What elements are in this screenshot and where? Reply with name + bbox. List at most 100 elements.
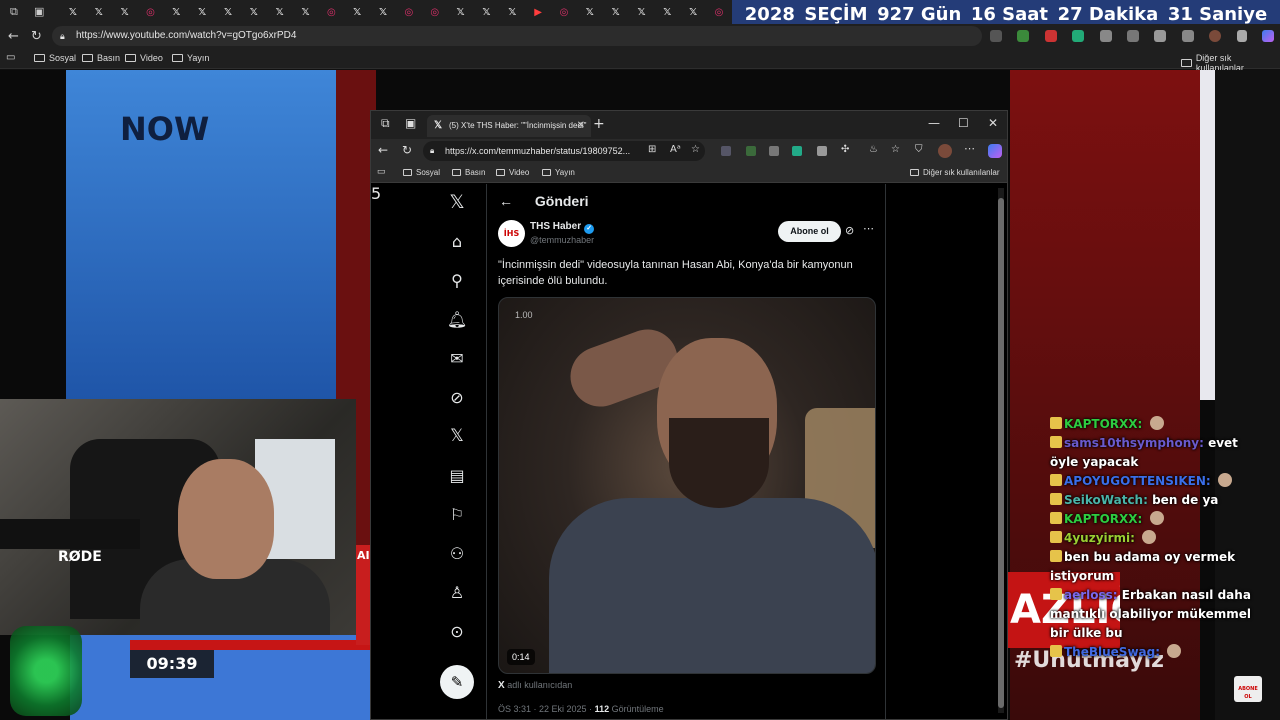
browser-tab-x[interactable]: 𝕏	[189, 4, 215, 20]
tab-actions-icon[interactable]: ▣	[34, 5, 47, 18]
favorites-icon[interactable]	[1154, 30, 1167, 42]
back-arrow-icon[interactable]: ←	[499, 193, 513, 209]
menu-icon[interactable]	[1236, 30, 1247, 42]
bookmark-sosyal[interactable]: Sosyal	[403, 168, 440, 177]
extension-icon[interactable]	[1017, 30, 1030, 42]
new-tab-icon[interactable]: +	[593, 116, 605, 132]
collections-icon[interactable]: ▭	[377, 166, 386, 177]
messages-icon[interactable]: ✉	[445, 346, 469, 370]
browser-tab-x[interactable]: 𝕏	[474, 4, 500, 20]
browser-tab-x[interactable]: 𝕏	[215, 4, 241, 20]
extension-icon[interactable]	[990, 30, 1002, 42]
post-timestamp[interactable]: ÖS 3:31 · 22 Eki 2025 ·	[498, 704, 595, 714]
close-tab-icon[interactable]: ✕	[577, 115, 585, 137]
profile-icon[interactable]: ♙	[445, 580, 469, 604]
extension-icon[interactable]	[792, 146, 802, 156]
extension-icon[interactable]	[721, 146, 731, 156]
bookmark-video[interactable]: Video	[496, 168, 529, 177]
copilot-icon[interactable]	[988, 144, 1002, 158]
browser-tab-instagram[interactable]: ◎	[138, 4, 164, 20]
back-icon[interactable]: ←	[378, 143, 388, 157]
tab-actions-icon[interactable]: ▣	[405, 116, 416, 130]
lists-icon[interactable]: ▤	[445, 463, 469, 487]
browser-tab-x[interactable]: 𝕏	[654, 4, 680, 20]
browser-tab-x[interactable]: 𝕏	[267, 4, 293, 20]
browser-tab-x[interactable]: 𝕏	[629, 4, 655, 20]
browser-tab-x[interactable]: 𝕏	[293, 4, 319, 20]
premium-x-icon[interactable]: 𝕏	[445, 424, 469, 448]
browser-tab-x[interactable]: 𝕏	[448, 4, 474, 20]
extension-icon[interactable]	[1126, 30, 1139, 42]
browser-tab-instagram[interactable]: ◎	[551, 4, 577, 20]
extension-icon[interactable]	[1044, 30, 1057, 42]
browser-tab-x[interactable]: 𝕏	[603, 4, 629, 20]
browser-tab-x[interactable]: 𝕏	[60, 4, 86, 20]
browser-tab-x[interactable]: 𝕏	[163, 4, 189, 20]
refresh-icon[interactable]: ↻	[402, 143, 412, 157]
minimize-icon[interactable]: —	[928, 116, 940, 130]
browser-tab-instagram[interactable]: ◎	[422, 4, 448, 20]
refresh-icon[interactable]: ↻	[31, 29, 42, 44]
home-icon[interactable]: ⌂	[445, 229, 469, 253]
more-icon[interactable]: ⊙	[445, 619, 469, 643]
compose-post-button[interactable]: ✎	[440, 665, 474, 699]
extension-icon[interactable]	[1099, 30, 1112, 42]
back-icon[interactable]: ←	[8, 29, 19, 44]
bookmark-basin[interactable]: Basın	[82, 53, 120, 63]
extension-icon[interactable]	[1072, 30, 1085, 42]
grok-icon[interactable]: ⊘	[445, 385, 469, 409]
browser-tab-instagram[interactable]: ◎	[396, 4, 422, 20]
browser-tab-instagram[interactable]: ◎	[706, 4, 732, 20]
avatar[interactable]	[1209, 30, 1222, 42]
performance-icon[interactable]: ♨	[869, 144, 878, 155]
collections-icon[interactable]: ▭	[6, 52, 15, 63]
shield-icon[interactable]: ⛉	[915, 144, 923, 155]
browser-tab-x[interactable]: 𝕏	[241, 4, 267, 20]
browser-tab-x[interactable]: 𝕏	[680, 4, 706, 20]
shield-icon[interactable]	[1181, 30, 1194, 42]
browser-tab-x[interactable]: 𝕏	[86, 4, 112, 20]
search-icon[interactable]: ⚲	[445, 268, 469, 292]
more-options-icon[interactable]: ⋯	[863, 222, 874, 235]
copilot-icon[interactable]	[1261, 30, 1274, 42]
split-screen-icon[interactable]: ⊞	[648, 144, 656, 155]
avatar[interactable]	[938, 144, 952, 158]
menu-icon[interactable]: ⋯	[964, 142, 975, 155]
bookmark-video[interactable]: Video	[125, 53, 163, 63]
browser-tab-x[interactable]: 𝕏	[344, 4, 370, 20]
source-prefix[interactable]: X	[498, 680, 505, 691]
author-avatar[interactable]: İHS	[498, 220, 525, 247]
extensions-icon[interactable]: ✣	[841, 144, 849, 155]
other-bookmarks[interactable]: Diğer sık kullanılanlar	[910, 168, 999, 177]
browser-tab-youtube[interactable]: ▶	[525, 4, 551, 20]
browser-tab-x[interactable]: 𝕏	[112, 4, 138, 20]
browser-tab-x[interactable]: 𝕏	[577, 4, 603, 20]
workspaces-icon[interactable]: ⧉	[10, 5, 23, 18]
post-video[interactable]: 1.00 0:14	[498, 297, 876, 674]
bookmark-yayin[interactable]: Yayın	[542, 168, 575, 177]
browser-tab-x[interactable]: 𝕏	[499, 4, 525, 20]
inner-url-field[interactable]: 🔒︎ https://x.com/temmuzhaber/status/1980…	[423, 141, 705, 161]
workspaces-icon[interactable]: ⧉	[381, 116, 390, 131]
bookmarks-icon[interactable]: ⚐	[445, 502, 469, 526]
scrollbar-thumb[interactable]	[998, 198, 1004, 708]
communities-icon[interactable]: ⚇	[445, 541, 469, 565]
favorites-icon[interactable]: ☆	[891, 144, 900, 155]
bookmark-yayin[interactable]: Yayın	[172, 53, 209, 63]
close-window-icon[interactable]: ✕	[988, 116, 998, 130]
browser-tab-instagram[interactable]: ◎	[318, 4, 344, 20]
bookmark-basin[interactable]: Basın	[452, 168, 485, 177]
author-name-link[interactable]: THS Haber ✓	[530, 221, 595, 234]
page-scrollbar[interactable]	[998, 188, 1004, 713]
maximize-icon[interactable]: ☐	[958, 116, 969, 130]
extension-icon[interactable]	[769, 146, 779, 156]
outer-url-field[interactable]: 🔒︎ https://www.youtube.com/watch?v=gOTgo…	[52, 26, 982, 46]
tab-x-post[interactable]: 𝕏 (5) X'te THS Haber: ""İncinmişsin dedi…	[427, 115, 591, 137]
extension-icon[interactable]	[817, 146, 827, 156]
bookmark-sosyal[interactable]: Sosyal	[34, 53, 76, 63]
x-logo-icon[interactable]: 𝕏	[445, 190, 469, 214]
notifications-icon[interactable]: 🔔︎	[445, 307, 469, 331]
subscribe-button[interactable]: Abone ol	[778, 221, 841, 242]
read-aloud-icon[interactable]: Aᵃ	[670, 144, 681, 155]
extension-icon[interactable]	[746, 146, 756, 156]
